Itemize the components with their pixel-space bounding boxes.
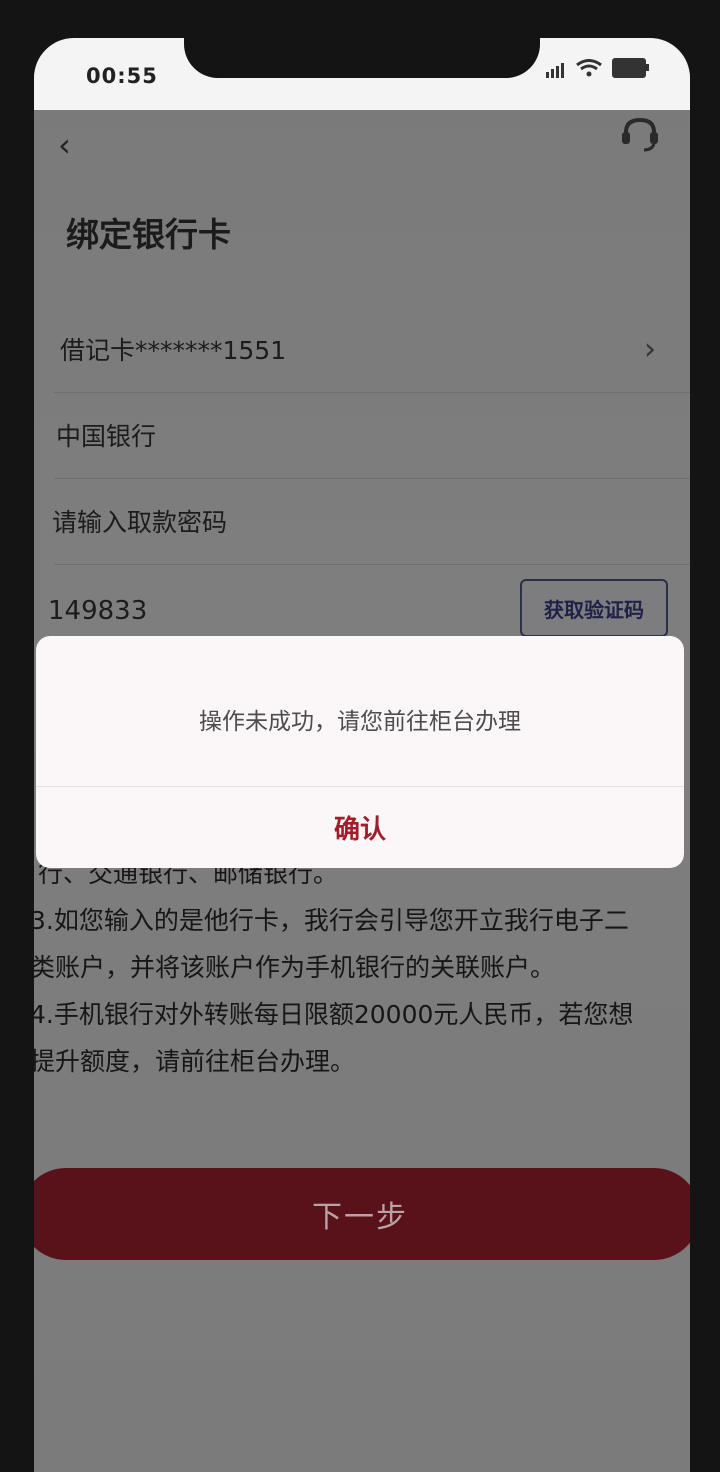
bank-name-row: 中国银行 (54, 392, 690, 479)
note-line: 3.如您输入的是他行卡，我行会引导您开立我行电子二 (34, 906, 629, 935)
chevron-right-icon: › (644, 331, 656, 367)
notes: 行、交通银行、邮储银行。 3.如您输入的是他行卡，我行会引导您开立我行电子二 类… (34, 850, 680, 1085)
page-title: 绑定银行卡 (66, 215, 231, 254)
dialog-message: 操作未成功，请您前往柜台办理 (199, 709, 521, 735)
customer-service-icon[interactable] (618, 114, 662, 154)
password-placeholder: 请输入取款密码 (52, 508, 228, 537)
note-line: 提升额度，请前往柜台办理。 (34, 1047, 356, 1076)
card-number: 借记卡*******1551 (60, 336, 287, 365)
note-line: 类账户，并将该账户作为手机银行的关联账户。 (34, 953, 556, 982)
note-line: 4.手机银行对外转账每日限额20000元人民币，若您想 (34, 1000, 634, 1029)
get-code-button[interactable]: 获取验证码 (520, 579, 668, 637)
status-time: 00:55 (86, 64, 158, 88)
card-selector[interactable]: 借记卡*******1551 › (54, 306, 690, 393)
battery-icon (612, 58, 649, 78)
password-field[interactable]: 请输入取款密码 (52, 478, 690, 565)
status-icons (546, 58, 649, 78)
alert-dialog: 操作未成功，请您前往柜台办理 确认 (36, 636, 684, 868)
confirm-button[interactable]: 确认 (36, 786, 684, 868)
next-step-button[interactable]: 下一步 (34, 1168, 690, 1260)
camera-notch (184, 38, 540, 78)
sms-code-value: 149833 (48, 596, 148, 626)
back-icon[interactable]: ‹ (58, 129, 88, 161)
wifi-icon (576, 59, 602, 77)
signal-icon (546, 59, 566, 78)
bank-name: 中国银行 (56, 422, 157, 451)
